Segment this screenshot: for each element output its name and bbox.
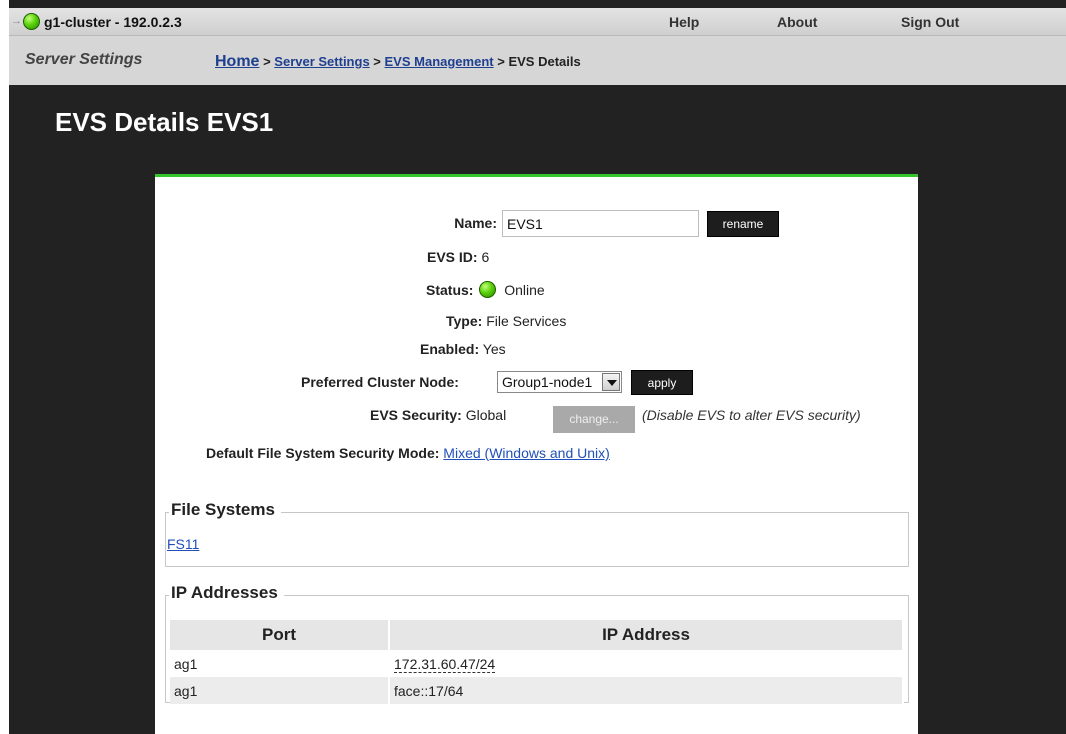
default-fs-security-label: Default File System Security Mode: <box>206 445 440 461</box>
file-system-link[interactable]: FS11 <box>167 536 199 552</box>
rename-button[interactable]: rename <box>707 211 779 237</box>
about-link[interactable]: About <box>777 14 817 30</box>
ip-addresses-legend: IP Addresses <box>169 583 284 603</box>
evs-security-row: EVS Security: Global <box>370 407 506 423</box>
status-value: Online <box>504 282 545 298</box>
apply-button[interactable]: apply <box>631 370 693 395</box>
breadcrumb: Home > Server Settings > EVS Management … <box>215 53 581 71</box>
top-bar: → g1-cluster - 192.0.2.3 Help About Sign… <box>9 8 1066 36</box>
breadcrumb-evs-management-link[interactable]: EVS Management <box>385 54 494 69</box>
table-header-row: Port IP Address <box>170 620 904 650</box>
sign-out-link[interactable]: Sign Out <box>901 14 959 30</box>
preferred-node-select[interactable]: Group1-node1 <box>497 371 622 393</box>
name-input[interactable] <box>502 210 699 237</box>
breadcrumb-separator: > <box>263 54 271 69</box>
port-cell: ag1 <box>170 650 390 677</box>
arrow-right-icon: → <box>11 15 22 27</box>
evs-id-label: EVS ID: <box>427 249 478 265</box>
default-fs-security-row: Default File System Security Mode: Mixed… <box>206 445 610 461</box>
preferred-node-value: Group1-node1 <box>502 374 593 390</box>
breadcrumb-server-settings-link[interactable]: Server Settings <box>274 54 369 69</box>
breadcrumb-separator: > <box>373 54 381 69</box>
default-fs-security-link[interactable]: Mixed (Windows and Unix) <box>443 445 610 461</box>
preferred-node-label: Preferred Cluster Node: <box>301 374 459 390</box>
status-label: Status: <box>426 282 474 298</box>
ip-addresses-fieldset: IP Addresses Port IP Address ag1 172.31.… <box>165 583 909 704</box>
ip-address-cell: 172.31.60.47/24 <box>389 650 904 677</box>
ip-address-value[interactable]: 172.31.60.47/24 <box>394 655 496 673</box>
file-systems-fieldset: File Systems FS11 <box>165 500 909 567</box>
enabled-row: Enabled: Yes <box>420 341 506 357</box>
column-header-port: Port <box>170 620 390 650</box>
file-systems-legend: File Systems <box>169 500 281 520</box>
name-label: Name: <box>454 215 497 231</box>
evs-security-label: EVS Security: <box>370 407 462 423</box>
chevron-down-icon[interactable] <box>602 373 620 391</box>
evs-id-row: EVS ID: 6 <box>427 249 489 265</box>
evs-id-value: 6 <box>481 249 490 265</box>
column-header-ip-address: IP Address <box>389 620 904 650</box>
cluster-title[interactable]: g1-cluster - 192.0.2.3 <box>44 14 182 30</box>
breadcrumb-bar: Server Settings Home > Server Settings >… <box>9 36 1066 85</box>
table-row: ag1 172.31.60.47/24 <box>170 650 904 677</box>
ip-address-value: face::17/64 <box>394 682 464 699</box>
help-link[interactable]: Help <box>669 14 699 30</box>
breadcrumb-home-link[interactable]: Home <box>215 53 259 70</box>
breadcrumb-separator: > <box>497 54 505 69</box>
evs-security-note: (Disable EVS to alter EVS security) <box>642 407 861 423</box>
green-led-icon <box>479 281 497 298</box>
type-label: Type: <box>446 313 483 329</box>
cluster-status-led-icon <box>23 13 40 30</box>
ip-address-cell: face::17/64 <box>389 677 904 704</box>
type-row: Type: File Services <box>446 313 566 329</box>
enabled-label: Enabled: <box>420 341 480 357</box>
page-title: EVS Details EVS1 <box>55 107 274 137</box>
app-window: → g1-cluster - 192.0.2.3 Help About Sign… <box>9 0 1066 734</box>
change-button: change... <box>553 406 635 433</box>
breadcrumb-current: EVS Details <box>508 54 581 69</box>
port-cell: ag1 <box>170 677 390 704</box>
type-value: File Services <box>486 313 567 329</box>
ip-addresses-table: Port IP Address ag1 172.31.60.47/24 ag1 … <box>170 620 904 704</box>
evs-details-panel: Name: rename EVS ID: 6 Status: Online Ty… <box>155 174 918 734</box>
table-row: ag1 face::17/64 <box>170 677 904 704</box>
enabled-value: Yes <box>482 341 506 357</box>
section-name: Server Settings <box>25 51 143 68</box>
status-row: Status: Online <box>426 281 545 298</box>
evs-security-value: Global <box>465 407 507 423</box>
